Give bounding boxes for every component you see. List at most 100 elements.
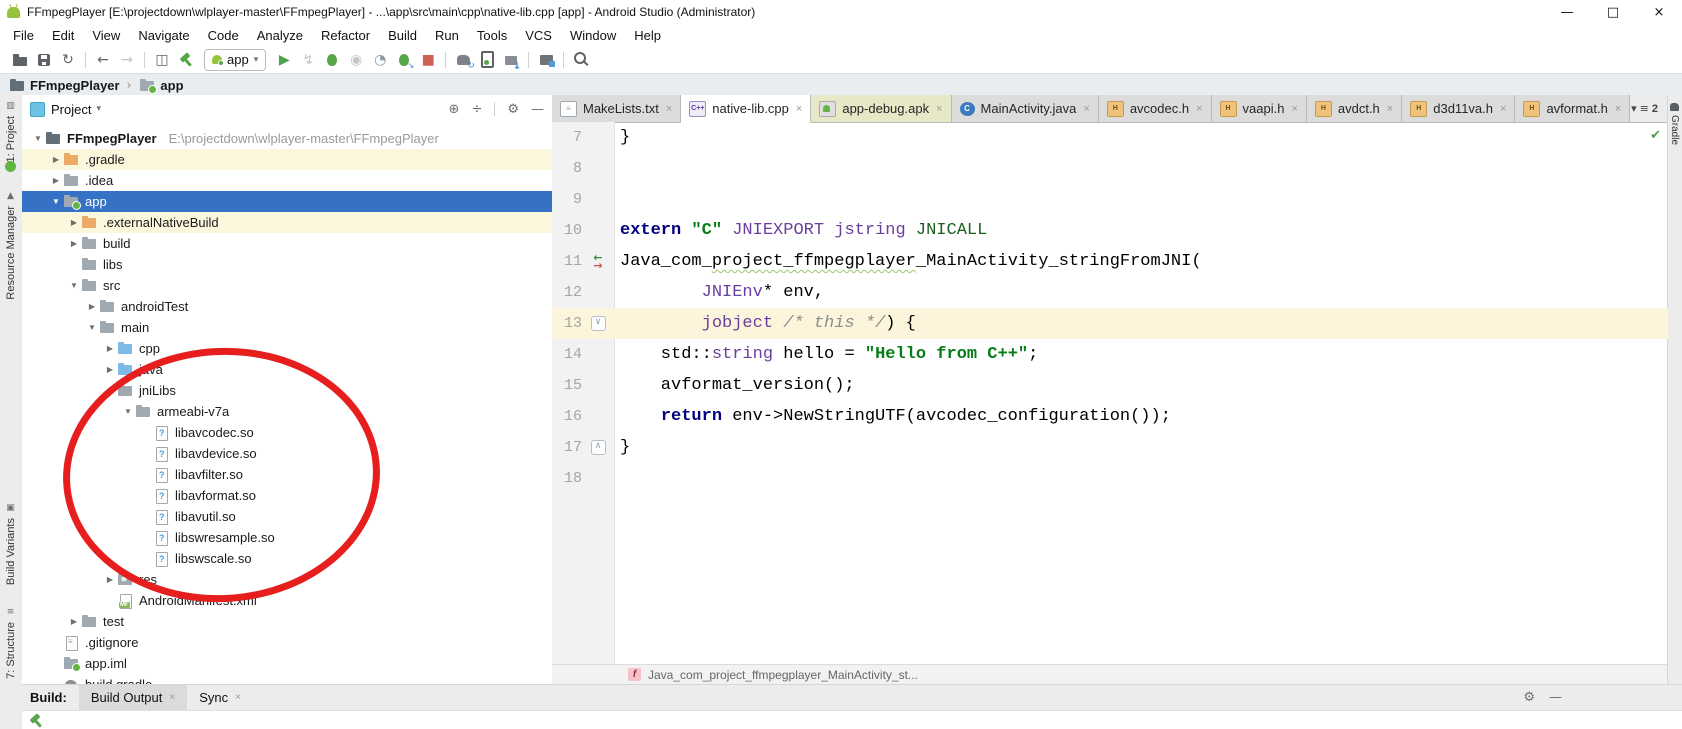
minimize-button[interactable]: — [1544,5,1590,20]
tab-vaapi-h[interactable]: Hvaapi.h× [1212,95,1307,122]
tree-arrow-icon[interactable]: ▼ [122,407,134,416]
tree-arrow-icon[interactable]: ▼ [68,281,80,290]
collapse-all-icon[interactable]: ÷ [471,102,482,117]
tree-arrow-icon[interactable]: ▶ [104,344,116,353]
forward-icon[interactable]: → [115,49,139,71]
tree-arrow-icon[interactable]: ▼ [104,386,116,395]
menu-analyze[interactable]: Analyze [248,28,312,43]
fold-open-icon[interactable]: ∨ [591,316,606,331]
run-tool-window-icon[interactable]: ◫ [150,49,174,71]
build-hide-icon[interactable]: — [1549,690,1562,705]
run-configuration-select[interactable]: app▾ [204,49,266,71]
tree-item-libavdevice-so[interactable]: ?libavdevice.so [22,443,552,464]
tree-item-externalnativebuild[interactable]: ▶.externalNativeBuild [22,212,552,233]
code-line-17[interactable]: 17∧} [552,432,1668,463]
tree-item-libavfilter-so[interactable]: ?libavfilter.so [22,464,552,485]
menu-code[interactable]: Code [199,28,248,43]
tree-item-gitignore[interactable]: ≡.gitignore [22,632,552,653]
tab-d3d11va-h[interactable]: Hd3d11va.h× [1402,95,1515,122]
menu-view[interactable]: View [83,28,129,43]
tab-native-lib-cpp[interactable]: C++native-lib.cpp× [681,95,811,123]
sdk-manager-icon[interactable] [499,49,523,71]
code-area[interactable]: 7}8910extern "C" JNIEXPORT jstring JNICA… [552,122,1668,665]
code-line-15[interactable]: 15 avformat_version(); [552,370,1668,401]
tool-button-build-variants[interactable]: ▣Build Variants [0,503,21,585]
locate-file-icon[interactable]: ⊕ [449,102,460,117]
menu-vcs[interactable]: VCS [516,28,561,43]
close-icon[interactable]: × [169,692,175,703]
tree-item-build[interactable]: ▶build [22,233,552,254]
chevron-down-icon[interactable]: ▾ [96,104,101,114]
tree-arrow-icon[interactable]: ▶ [68,617,80,626]
tool-button-resource-manager[interactable]: ▲Resource Manager [0,191,21,300]
tree-item-androidmanifest-xml[interactable]: MFAndroidManifest.xml [22,590,552,611]
code-line-14[interactable]: 14 std::string hello = "Hello from C++"; [552,339,1668,370]
tree-arrow-icon[interactable]: ▼ [32,134,44,143]
code-line-16[interactable]: 16 return env->NewStringUTF(avcodec_conf… [552,401,1668,432]
menu-tools[interactable]: Tools [468,28,516,43]
apply-changes-icon[interactable]: ↯ [296,49,320,71]
build-hammer-icon[interactable] [174,49,198,71]
save-all-icon[interactable] [32,49,56,71]
menu-file[interactable]: File [4,28,43,43]
close-icon[interactable]: × [1500,103,1506,115]
tree-item-libavformat-so[interactable]: ?libavformat.so [22,485,552,506]
search-everywhere-icon[interactable] [569,49,593,71]
close-icon[interactable]: × [666,103,672,115]
tree-item-libavutil-so[interactable]: ?libavutil.so [22,506,552,527]
tab-avformat-h[interactable]: Havformat.h× [1515,95,1630,122]
code-line-8[interactable]: 8 [552,153,1668,184]
debug-button[interactable] [320,49,344,71]
project-panel-title[interactable]: Project [51,102,91,117]
tree-item-cpp[interactable]: ▶cpp [22,338,552,359]
stop-icon[interactable]: ■ [416,49,440,71]
tree-arrow-icon[interactable]: ▶ [50,155,62,164]
build-tab-build-output[interactable]: Build Output× [79,685,187,710]
menu-refactor[interactable]: Refactor [312,28,379,43]
tab-avdct-h[interactable]: Havdct.h× [1307,95,1402,122]
close-icon[interactable]: × [936,103,942,115]
menu-window[interactable]: Window [561,28,625,43]
close-icon[interactable]: × [235,692,241,703]
tab-mainactivity-java[interactable]: CMainActivity.java× [952,95,1099,122]
project-structure-icon[interactable] [534,49,558,71]
tree-item-test[interactable]: ▶test [22,611,552,632]
attach-debugger-icon[interactable] [392,49,416,71]
tree-item-res[interactable]: ▶≣res [22,569,552,590]
menu-navigate[interactable]: Navigate [129,28,198,43]
breadcrumb-item-app[interactable]: app [138,78,183,93]
fold-close-icon[interactable]: ∧ [591,440,606,455]
profiler-icon[interactable]: ◔ [368,49,392,71]
tab-app-debug-apk[interactable]: app-debug.apk× [811,95,951,122]
close-icon[interactable]: × [1083,103,1089,115]
open-file-icon[interactable] [8,49,32,71]
device-manager-icon[interactable] [475,49,499,71]
code-line-10[interactable]: 10extern "C" JNIEXPORT jstring JNICALL [552,215,1668,246]
tree-arrow-icon[interactable]: ▶ [68,239,80,248]
tree-item-androidtest[interactable]: ▶androidTest [22,296,552,317]
tab-avcodec-h[interactable]: Havcodec.h× [1099,95,1212,122]
tree-item-app-iml[interactable]: app.iml [22,653,552,674]
tool-button-android[interactable] [0,161,21,172]
coverage-icon[interactable]: ◉ [344,49,368,71]
gradle-sync-icon[interactable] [451,49,475,71]
tree-item-libs[interactable]: libs [22,254,552,275]
tool-button-structure[interactable]: ≡7: Structure [0,607,21,679]
tree-arrow-icon[interactable]: ▶ [50,176,62,185]
tree-arrow-icon[interactable]: ▶ [68,218,80,227]
breadcrumb-item-ffmpegplayer[interactable]: FFmpegPlayer [8,78,120,93]
menu-build[interactable]: Build [379,28,426,43]
menu-help[interactable]: Help [625,28,670,43]
menu-run[interactable]: Run [426,28,468,43]
fold-open-marker[interactable]: ∨ [582,316,614,331]
tree-item-libswscale-so[interactable]: ?libswscale.so [22,548,552,569]
tree-item-ffmpegplayer[interactable]: ▼FFmpegPlayerE:\projectdown\wlplayer-mas… [22,128,552,149]
build-settings-gear-icon[interactable]: ⚙ [1523,690,1535,705]
tree-arrow-icon[interactable]: ▶ [104,575,116,584]
tree-item-jnilibs[interactable]: ▼jniLibs [22,380,552,401]
tab-makelists-txt[interactable]: ≡MakeLists.txt× [552,95,681,122]
tree-item-idea[interactable]: ▶.idea [22,170,552,191]
tool-button-project[interactable]: ▥1: Project [0,101,21,162]
tree-item-armeabi-v7a[interactable]: ▼armeabi-v7a [22,401,552,422]
build-hammer-icon[interactable] [28,713,45,729]
